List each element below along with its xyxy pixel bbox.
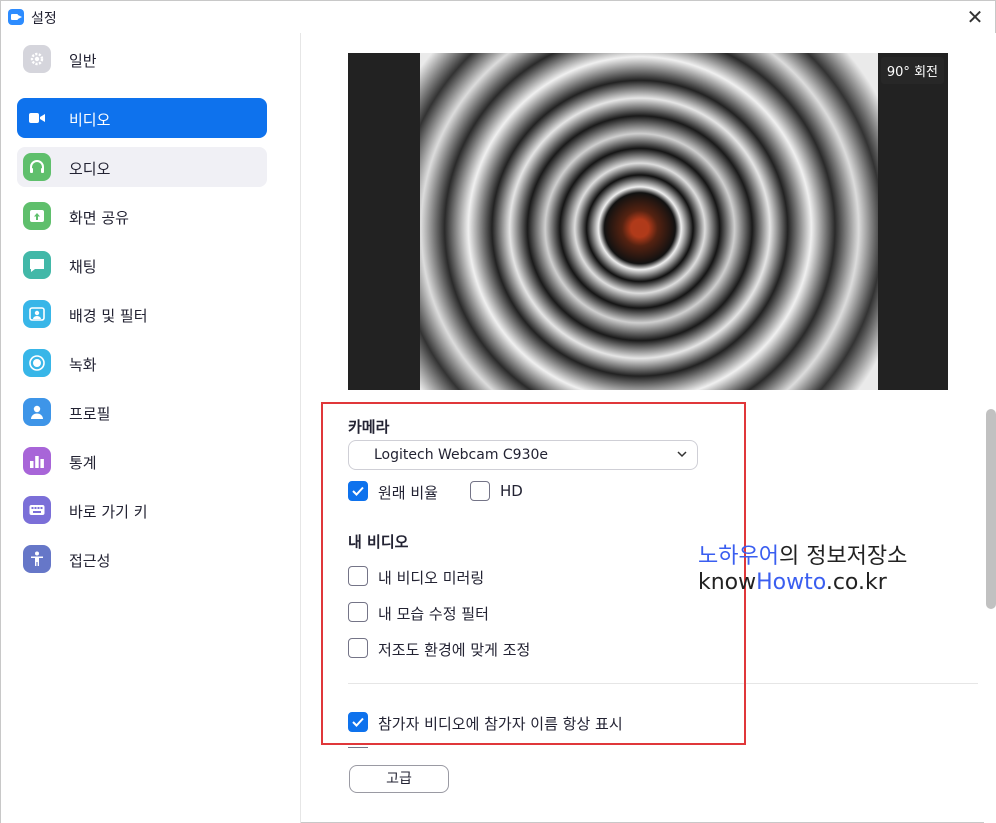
sidebar-item-label: 화면 공유 bbox=[69, 209, 129, 227]
hd-label: HD bbox=[500, 482, 523, 500]
rotate-90-button[interactable]: 90° 회전 bbox=[880, 57, 944, 84]
close-button[interactable]: ✕ bbox=[961, 3, 989, 31]
share-screen-icon bbox=[23, 202, 51, 230]
checkbox-unchecked-icon bbox=[348, 602, 368, 622]
watermark-brand-ko: 노하우어 bbox=[698, 544, 779, 569]
sidebar-item-recording[interactable]: 녹화 bbox=[17, 343, 267, 383]
camera-select[interactable]: Logitech Webcam C930e bbox=[348, 440, 698, 470]
settings-window: 설정 ✕ 일반 비디오 오디오 화면 공유 채팅 배경 및 필터 녹화 프로필 … bbox=[0, 0, 996, 823]
sidebar-item-label: 배경 및 필터 bbox=[69, 307, 148, 325]
low-light-checkbox[interactable]: 저조도 환경에 맞게 조정 bbox=[348, 637, 588, 659]
original-ratio-checkbox[interactable]: 원래 비율 bbox=[348, 480, 458, 502]
camera-select-value: Logitech Webcam C930e bbox=[374, 447, 549, 463]
sidebar-item-video[interactable]: 비디오 bbox=[17, 98, 267, 138]
accessibility-icon bbox=[23, 545, 51, 573]
sidebar-item-profile[interactable]: 프로필 bbox=[17, 392, 267, 432]
checkbox-checked-icon bbox=[348, 481, 368, 501]
zoom-app-icon bbox=[8, 9, 24, 25]
title-bar: 설정 ✕ bbox=[1, 1, 995, 33]
scrollbar-thumb[interactable] bbox=[986, 409, 996, 609]
sidebar-item-chat[interactable]: 채팅 bbox=[17, 245, 267, 285]
original-ratio-label: 원래 비율 bbox=[378, 484, 438, 502]
touch-up-label: 내 모습 수정 필터 bbox=[378, 605, 489, 623]
window-title: 설정 bbox=[31, 11, 57, 27]
section-divider bbox=[348, 683, 978, 684]
show-names-checkbox[interactable]: 참가자 비디오에 참가자 이름 항상 표시 bbox=[348, 711, 688, 733]
camera-section-title: 카메라 bbox=[348, 418, 390, 436]
headphones-icon bbox=[23, 153, 51, 181]
watermark-know: know bbox=[698, 570, 757, 595]
video-settings-panel: 90° 회전 카메라 Logitech Webcam C930e 원래 비율 H… bbox=[302, 33, 982, 823]
clipped-checkbox bbox=[348, 740, 368, 748]
show-names-label: 참가자 비디오에 참가자 이름 항상 표시 bbox=[378, 715, 623, 733]
background-portrait-icon bbox=[23, 300, 51, 328]
hd-checkbox[interactable]: HD bbox=[470, 480, 540, 502]
sidebar-item-share-screen[interactable]: 화면 공유 bbox=[17, 196, 267, 236]
touch-up-checkbox[interactable]: 내 모습 수정 필터 bbox=[348, 601, 548, 623]
keyboard-icon bbox=[23, 496, 51, 524]
sidebar-item-label: 바로 가기 키 bbox=[69, 503, 148, 521]
checkbox-unchecked-icon bbox=[348, 638, 368, 658]
mirror-video-label: 내 비디오 미러링 bbox=[378, 569, 485, 587]
video-camera-icon bbox=[23, 104, 51, 132]
watermark-suffix-ko: 의 정보저장소 bbox=[778, 544, 908, 569]
my-video-section-title: 내 비디오 bbox=[348, 533, 409, 551]
sidebar-item-label: 녹화 bbox=[69, 356, 97, 374]
advanced-button[interactable]: 고급 bbox=[349, 765, 449, 793]
sidebar-item-audio[interactable]: 오디오 bbox=[17, 147, 267, 187]
watermark-line2: knowHowto.co.kr bbox=[698, 570, 887, 595]
low-light-label: 저조도 환경에 맞게 조정 bbox=[378, 641, 531, 659]
checkbox-checked-icon bbox=[348, 712, 368, 732]
bar-chart-icon bbox=[23, 447, 51, 475]
sidebar-item-background-filters[interactable]: 배경 및 필터 bbox=[17, 294, 267, 334]
record-icon bbox=[23, 349, 51, 377]
sidebar-item-accessibility[interactable]: 접근성 bbox=[17, 539, 267, 579]
chevron-down-icon bbox=[677, 451, 687, 458]
watermark-line1: 노하우어의 정보저장소 bbox=[698, 538, 907, 570]
sidebar-item-general[interactable]: 일반 bbox=[17, 39, 267, 79]
sidebar-item-shortcuts[interactable]: 바로 가기 키 bbox=[17, 490, 267, 530]
checkbox-unchecked-icon bbox=[348, 566, 368, 586]
settings-sidebar: 일반 비디오 오디오 화면 공유 채팅 배경 및 필터 녹화 프로필 통계 바로… bbox=[1, 33, 301, 823]
camera-preview-image bbox=[420, 53, 878, 390]
sidebar-item-label: 비디오 bbox=[69, 111, 111, 129]
vertical-scrollbar[interactable] bbox=[984, 33, 996, 823]
sidebar-item-label: 일반 bbox=[69, 52, 97, 70]
checkbox-unchecked-icon bbox=[470, 481, 490, 501]
gear-icon bbox=[23, 45, 51, 73]
sidebar-item-statistics[interactable]: 통계 bbox=[17, 441, 267, 481]
watermark-domain: .co.kr bbox=[825, 570, 887, 595]
sidebar-item-label: 프로필 bbox=[69, 405, 111, 423]
chat-bubble-icon bbox=[23, 251, 51, 279]
sidebar-item-label: 채팅 bbox=[69, 258, 97, 276]
watermark-howto: Howto bbox=[756, 570, 826, 595]
sidebar-item-label: 접근성 bbox=[69, 552, 111, 570]
mirror-video-checkbox[interactable]: 내 비디오 미러링 bbox=[348, 565, 548, 587]
camera-preview: 90° 회전 bbox=[348, 53, 948, 390]
sidebar-item-label: 오디오 bbox=[69, 160, 111, 178]
person-icon bbox=[23, 398, 51, 426]
sidebar-item-label: 통계 bbox=[69, 454, 97, 472]
